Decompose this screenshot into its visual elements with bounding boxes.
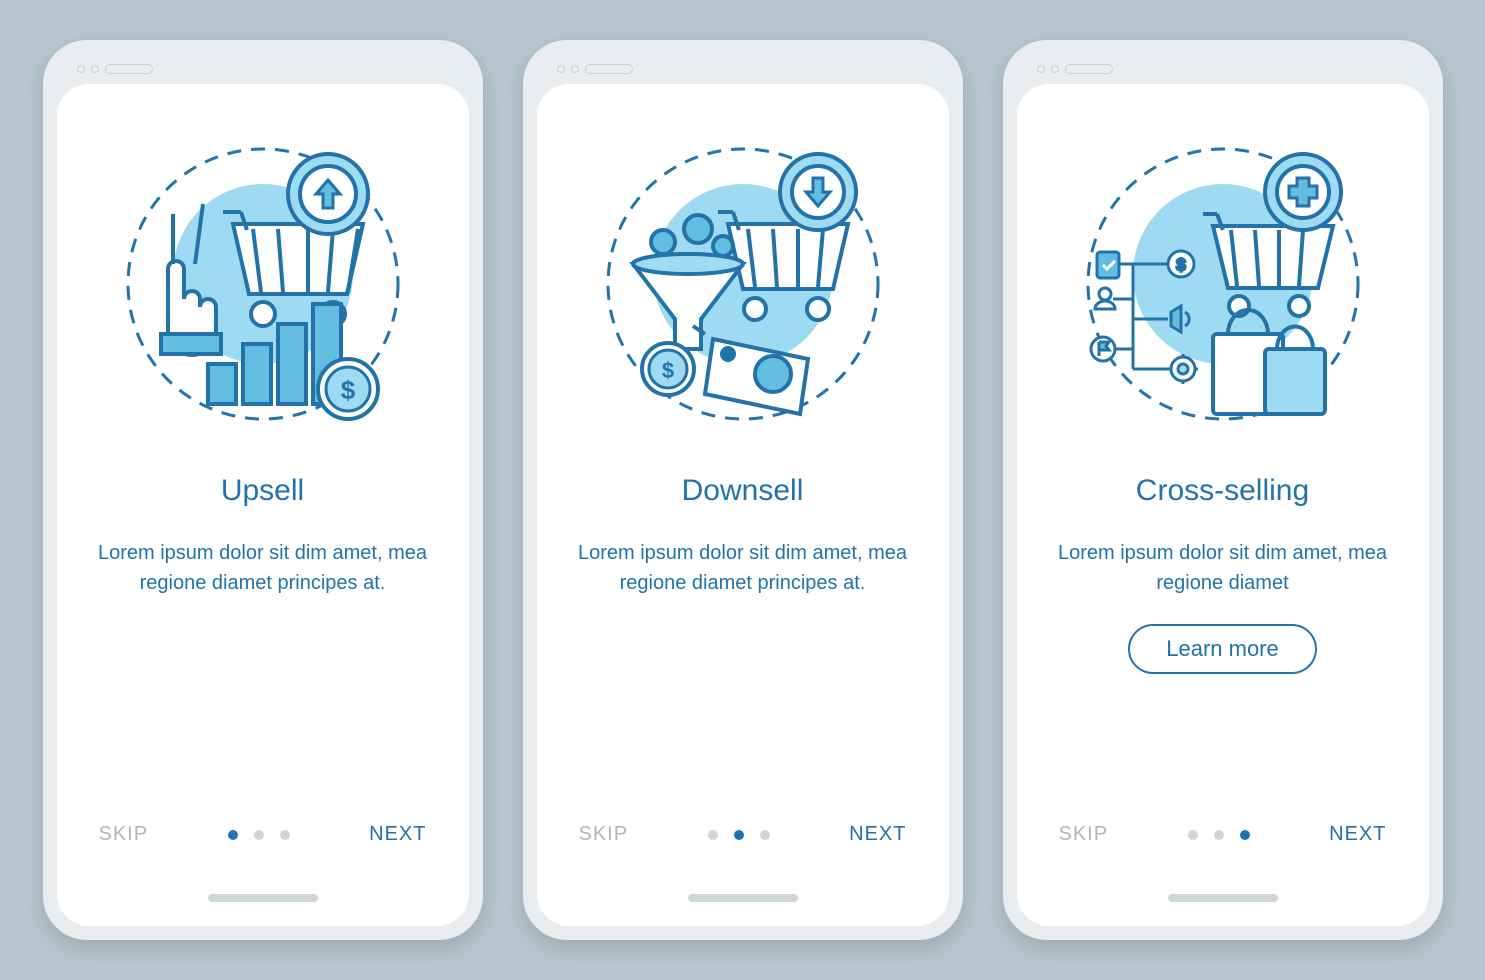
page-indicator xyxy=(228,830,290,840)
page-dot-1[interactable] xyxy=(708,830,718,840)
next-button[interactable]: NEXT xyxy=(849,823,906,846)
skip-button[interactable]: SKIP xyxy=(579,823,629,846)
device-notch xyxy=(57,54,469,84)
onboarding-nav: SKIP NEXT xyxy=(537,823,949,846)
cross-selling-illustration: $ xyxy=(1073,134,1373,434)
home-indicator xyxy=(688,894,798,902)
page-dot-3[interactable] xyxy=(280,830,290,840)
downsell-illustration: $ xyxy=(593,134,893,434)
onboarding-screen-upsell: $ Upsell Lorem ipsum dolor sit dim amet,… xyxy=(57,84,469,926)
next-button[interactable]: NEXT xyxy=(1329,823,1386,846)
skip-button[interactable]: SKIP xyxy=(99,823,149,846)
next-button[interactable]: NEXT xyxy=(369,823,426,846)
phone-frame-3: $ Cro xyxy=(1003,40,1443,940)
page-dot-3[interactable] xyxy=(1240,830,1250,840)
plus-circle-icon xyxy=(1265,154,1341,230)
onboarding-screen-cross-selling: $ Cro xyxy=(1017,84,1429,926)
learn-more-button[interactable]: Learn more xyxy=(1128,624,1317,674)
onboarding-description: Lorem ipsum dolor sit dim amet, mea regi… xyxy=(1053,538,1393,598)
page-dot-3[interactable] xyxy=(760,830,770,840)
home-indicator xyxy=(208,894,318,902)
home-indicator xyxy=(1168,894,1278,902)
onboarding-description: Lorem ipsum dolor sit dim amet, mea regi… xyxy=(93,538,433,598)
dollar-coin-icon: $ xyxy=(318,359,378,419)
phone-frame-2: $ Downsell Lorem ipsum dolor sit dim ame… xyxy=(523,40,963,940)
dollar-coin-icon: $ xyxy=(642,343,694,395)
svg-text:$: $ xyxy=(1176,257,1185,274)
page-dot-1[interactable] xyxy=(1188,830,1198,840)
onboarding-nav: SKIP NEXT xyxy=(1017,823,1429,846)
page-dot-2[interactable] xyxy=(734,830,744,840)
svg-text:$: $ xyxy=(340,375,355,405)
onboarding-title: Upsell xyxy=(221,474,304,508)
onboarding-description: Lorem ipsum dolor sit dim amet, mea regi… xyxy=(573,538,913,598)
phone-frame-1: $ Upsell Lorem ipsum dolor sit dim amet,… xyxy=(43,40,483,940)
page-dot-2[interactable] xyxy=(1214,830,1224,840)
skip-button[interactable]: SKIP xyxy=(1059,823,1109,846)
onboarding-screen-downsell: $ Downsell Lorem ipsum dolor sit dim ame… xyxy=(537,84,949,926)
page-indicator xyxy=(1188,830,1250,840)
onboarding-nav: SKIP NEXT xyxy=(57,823,469,846)
svg-text:$: $ xyxy=(661,358,673,383)
device-notch xyxy=(1017,54,1429,84)
page-indicator xyxy=(708,830,770,840)
onboarding-title: Downsell xyxy=(682,474,804,508)
upsell-illustration: $ xyxy=(113,134,413,434)
page-dot-1[interactable] xyxy=(228,830,238,840)
onboarding-title: Cross-selling xyxy=(1136,474,1309,508)
device-notch xyxy=(537,54,949,84)
arrow-up-icon xyxy=(288,154,368,234)
page-dot-2[interactable] xyxy=(254,830,264,840)
arrow-down-icon xyxy=(780,154,856,230)
